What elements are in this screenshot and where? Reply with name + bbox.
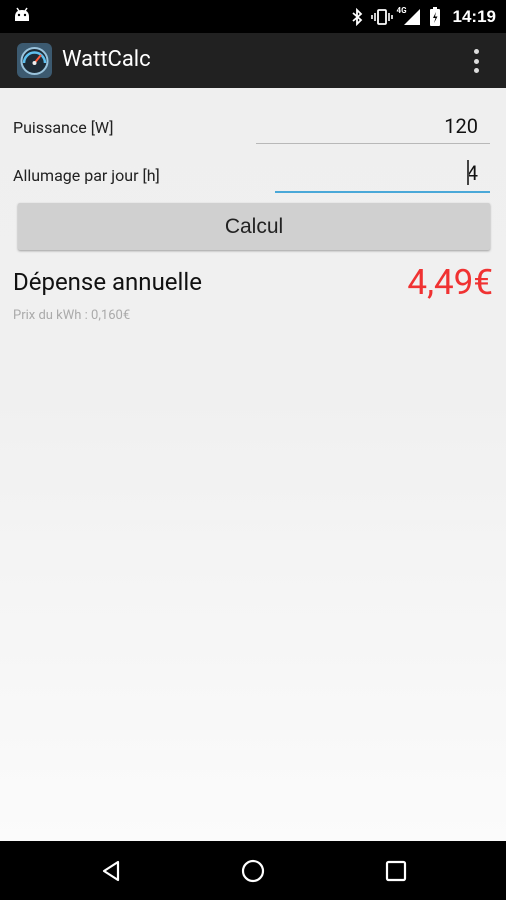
annual-cost-label: Dépense annuelle xyxy=(13,268,202,296)
vibrate-icon xyxy=(370,8,393,25)
annual-cost-value: 4,49€ xyxy=(407,262,493,303)
android-icon xyxy=(15,7,29,21)
overflow-menu-icon[interactable] xyxy=(466,46,486,76)
main-content: Puissance [W] Allumage par jour [h] Calc… xyxy=(0,88,506,841)
speedometer-icon xyxy=(17,43,52,78)
recents-icon[interactable] xyxy=(380,855,412,887)
battery-icon xyxy=(429,6,440,26)
back-icon[interactable] xyxy=(95,855,127,887)
status-bar: 4G 14:19 xyxy=(0,0,506,33)
text-cursor xyxy=(467,160,469,185)
kwh-price-note: Prix du kWh : 0,160€ xyxy=(13,308,131,323)
power-label: Puissance [W] xyxy=(13,118,114,137)
calculate-button[interactable]: Calcul xyxy=(18,203,490,250)
action-bar: WattCalc xyxy=(0,33,506,88)
network-type-label: 4G xyxy=(396,5,407,15)
hours-input[interactable] xyxy=(275,155,490,193)
signal-icon: 4G xyxy=(397,6,421,26)
power-input[interactable] xyxy=(256,108,490,144)
status-time: 14:19 xyxy=(452,6,496,26)
hours-label: Allumage par jour [h] xyxy=(13,166,160,185)
app-title: WattCalc xyxy=(62,47,151,72)
navigation-bar xyxy=(0,841,506,900)
home-icon[interactable] xyxy=(237,855,269,887)
bluetooth-icon xyxy=(351,7,362,26)
